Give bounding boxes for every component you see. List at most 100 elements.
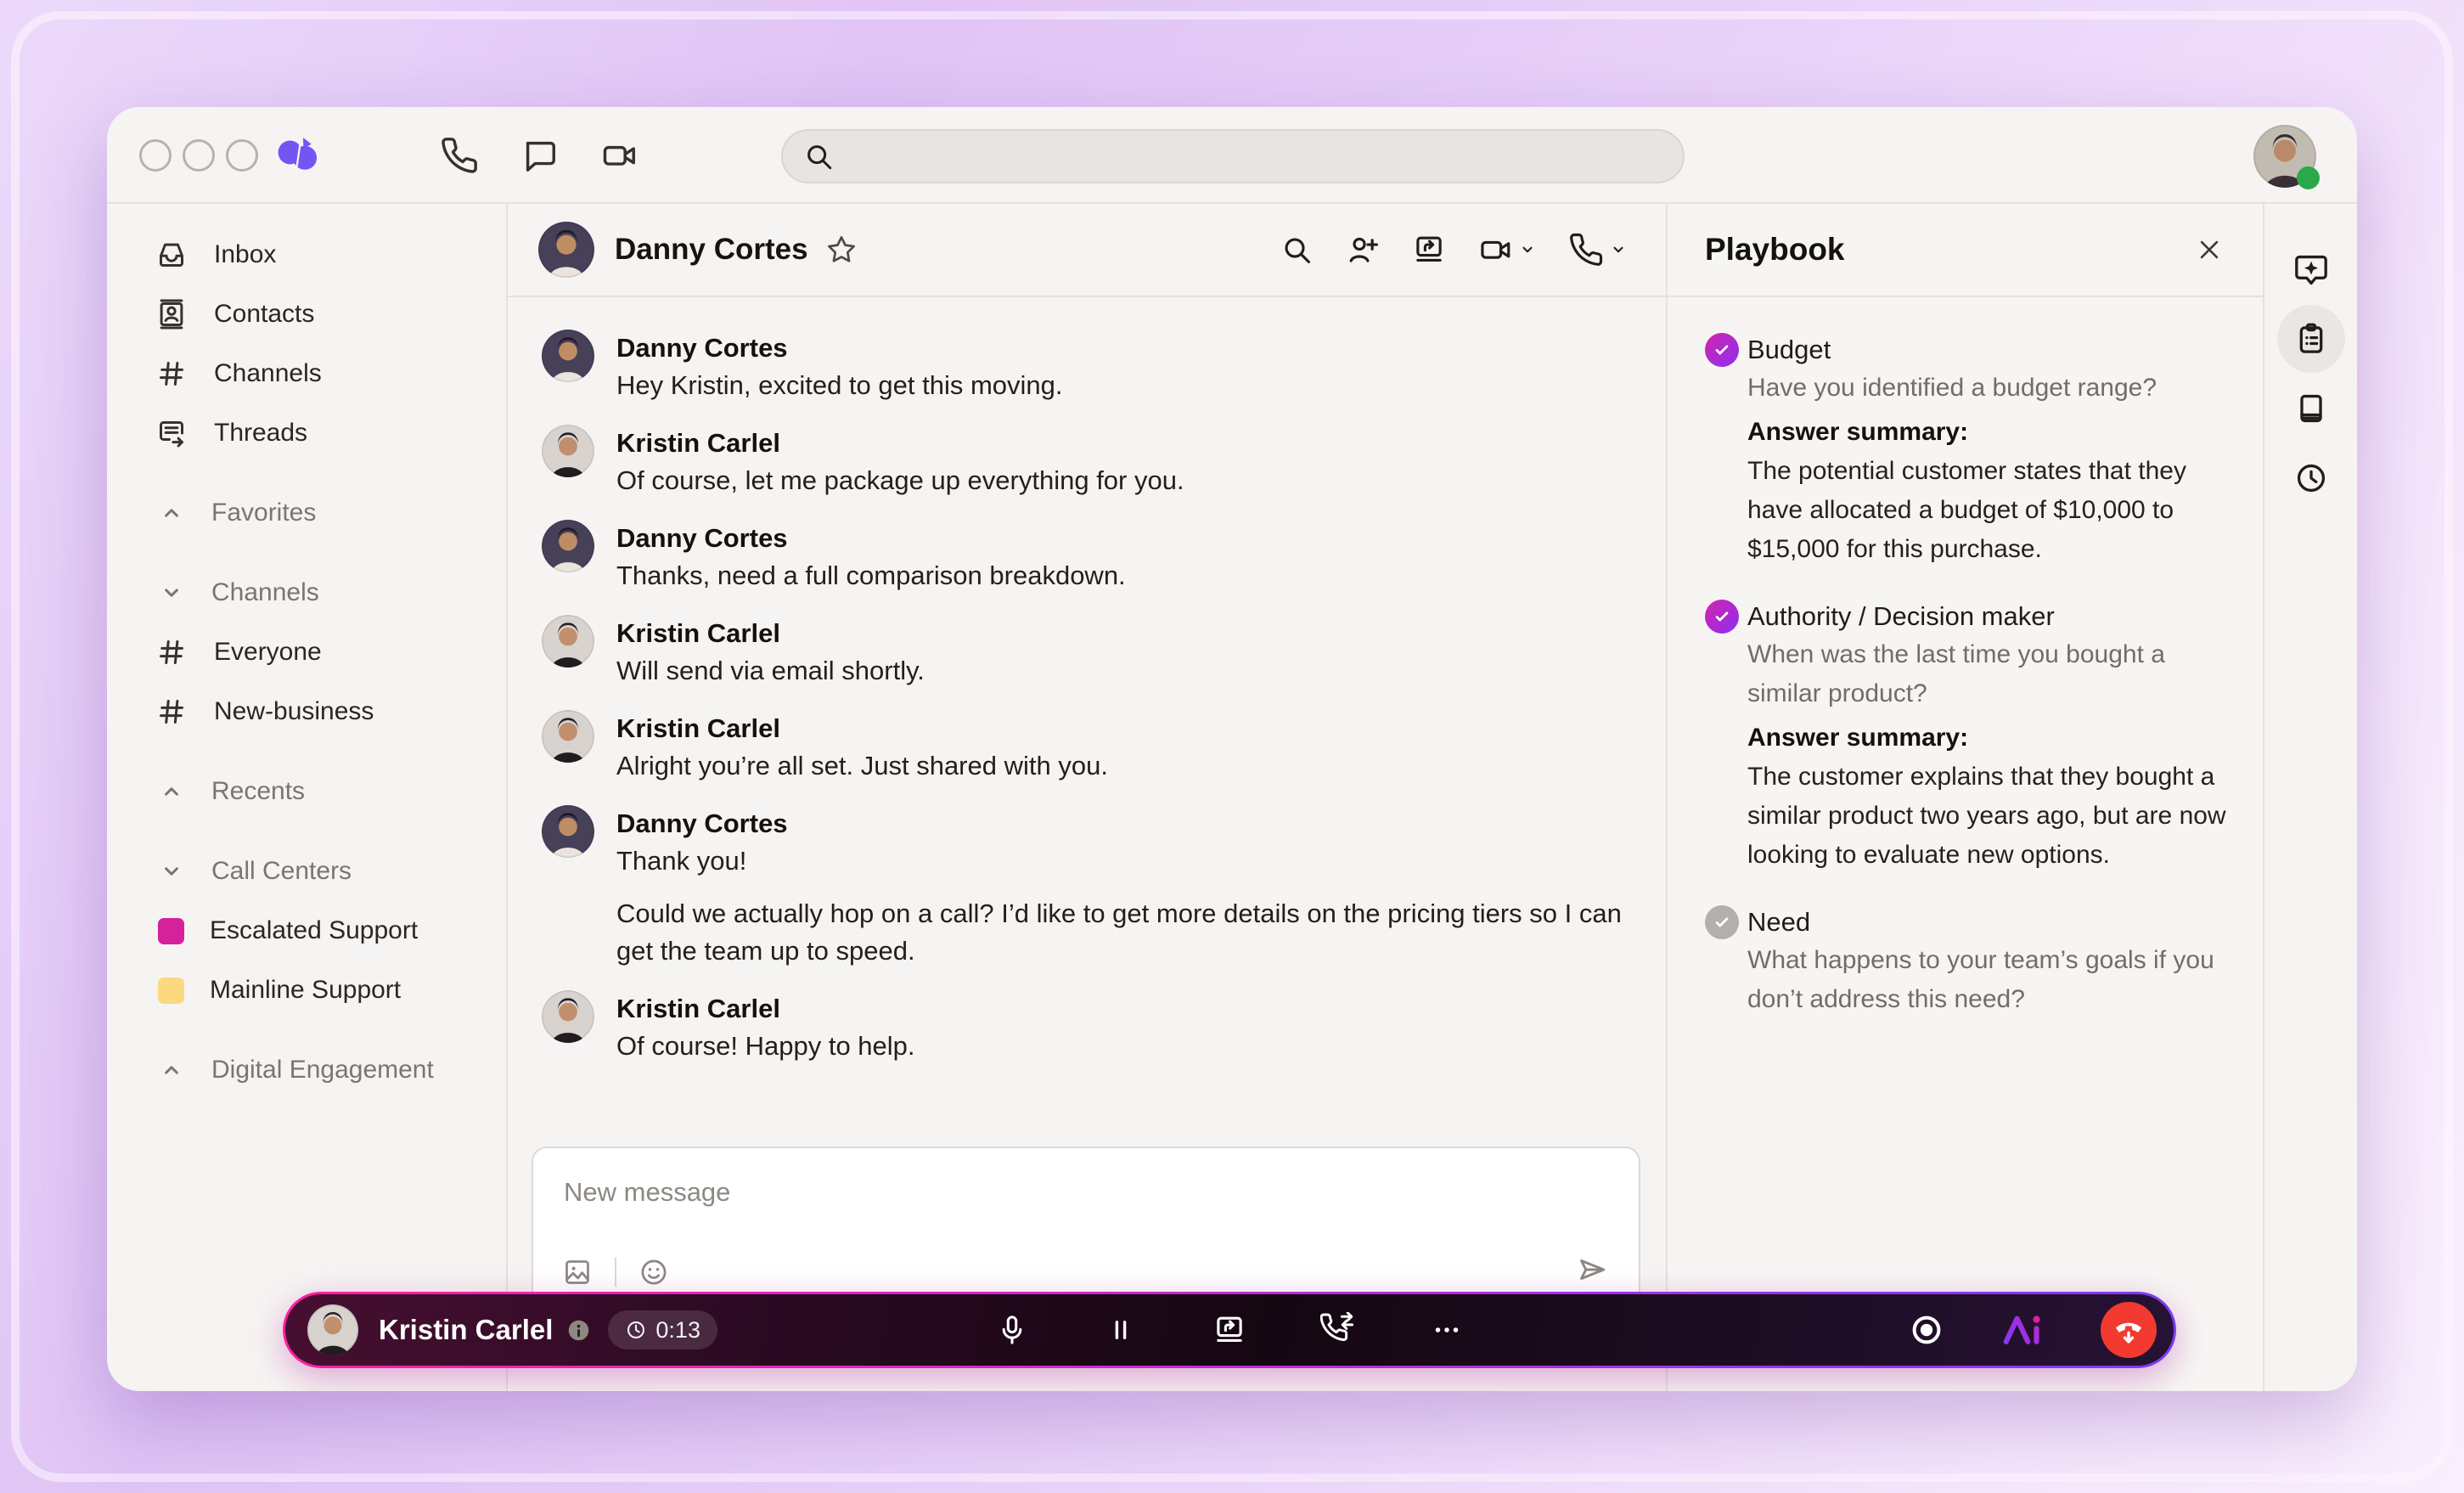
phone-menu[interactable]: [1568, 232, 1629, 268]
sidebar-item-inbox[interactable]: Inbox: [107, 225, 506, 285]
chevron-up-icon: [157, 499, 186, 527]
chevron-down-icon: [1517, 239, 1538, 260]
sidebar-label: Channels: [214, 359, 322, 387]
message: Kristin Carlel Alright you’re all set. Ju…: [542, 710, 1632, 785]
message-sender: Kristin Carlel: [616, 994, 780, 1023]
message-sender: Kristin Carlel: [616, 713, 780, 743]
message-text: Alright you’re all set. Just shared with…: [616, 751, 1108, 780]
video-icon[interactable]: [1477, 232, 1513, 268]
close-icon[interactable]: [2193, 234, 2225, 266]
message-sender: Danny Cortes: [616, 523, 788, 553]
window-controls: [139, 139, 258, 172]
call-info-icon[interactable]: [566, 1318, 591, 1343]
emoji-icon[interactable]: [637, 1255, 671, 1289]
phone-icon[interactable]: [1568, 232, 1604, 268]
message-sender: Kristin Carlel: [616, 428, 780, 458]
playbook-item-title: Budget: [1747, 335, 1831, 364]
message: Kristin Carlel Will send via email shortl…: [542, 615, 1632, 690]
chat-column: Danny Cortes Danny Cortes Hey Kristin, ex…: [506, 204, 1666, 1391]
screen-share-icon[interactable]: [1212, 1312, 1247, 1348]
sidebar-section-channels[interactable]: Channels: [107, 563, 506, 623]
sidebar-label: Escalated Support: [210, 916, 419, 944]
answer-summary-text: The potential customer states that they …: [1747, 457, 2186, 563]
top-bar: [107, 107, 2357, 204]
send-message-icon[interactable]: [1574, 1252, 1610, 1287]
message-list: Danny Cortes Hey Kristin, excited to get …: [508, 297, 1666, 1065]
hash-icon: [155, 357, 188, 391]
window-control-dot[interactable]: [226, 139, 258, 172]
more-options-icon[interactable]: [1429, 1312, 1465, 1348]
composer-divider: [615, 1258, 616, 1287]
hash-icon: [155, 635, 188, 669]
person-add-icon[interactable]: [1345, 232, 1381, 268]
playbook-item-title: Need: [1747, 907, 1811, 937]
window-control-dot[interactable]: [183, 139, 215, 172]
user-avatar[interactable]: [2253, 125, 2320, 189]
rail-notebook-icon[interactable]: [2277, 375, 2345, 442]
favorite-star-icon[interactable]: [825, 234, 858, 266]
video-icon[interactable]: [599, 136, 639, 175]
playbook-item-budget: Budget Have you identified a budget range…: [1705, 331, 2227, 569]
message-avatar: [542, 520, 594, 594]
sidebar-label: Digital Engagement: [211, 1056, 434, 1084]
phone-icon[interactable]: [440, 136, 479, 175]
chat-title: Danny Cortes: [615, 233, 808, 266]
message-avatar: [542, 330, 594, 404]
sidebar: Inbox Contacts Channels Threads Favorites Cha…: [107, 204, 506, 1391]
chevron-up-icon: [157, 1056, 186, 1085]
sidebar-item-escalated-support[interactable]: Escalated Support: [107, 901, 506, 961]
rail-ai-chat-icon[interactable]: [2277, 235, 2345, 303]
message-composer[interactable]: New message: [532, 1147, 1640, 1308]
chat-header: Danny Cortes: [508, 204, 1666, 297]
playbook-icon: [2292, 320, 2330, 358]
rail-history-icon[interactable]: [2277, 444, 2345, 512]
sidebar-section-recents[interactable]: Recents: [107, 762, 506, 821]
threads-icon: [155, 416, 188, 450]
sidebar-item-everyone[interactable]: Everyone: [107, 623, 506, 682]
sidebar-section-favorites[interactable]: Favorites: [107, 483, 506, 543]
sidebar-item-contacts[interactable]: Contacts: [107, 285, 506, 344]
dialpad-ai-icon[interactable]: [2000, 1310, 2046, 1350]
message-sender: Danny Cortes: [616, 333, 788, 363]
search-input[interactable]: [781, 129, 1685, 183]
record-call-icon[interactable]: [1907, 1310, 1946, 1349]
sidebar-label: Channels: [211, 578, 319, 606]
sidebar-item-mainline-support[interactable]: Mainline Support: [107, 961, 506, 1020]
playbook-question: When was the last time you bought a simi…: [1747, 640, 2165, 707]
attach-image-icon[interactable]: [560, 1255, 594, 1289]
sidebar-item-new-business[interactable]: New-business: [107, 682, 506, 741]
sidebar-section-digital-engagement[interactable]: Digital Engagement: [107, 1040, 506, 1100]
pause-icon[interactable]: [1103, 1312, 1139, 1348]
inbox-icon: [155, 238, 188, 272]
message-text: Will send via email shortly.: [616, 656, 925, 685]
chat-icon[interactable]: [520, 136, 559, 175]
sidebar-label: Favorites: [211, 499, 317, 527]
rail-playbook-icon[interactable]: [2276, 305, 2345, 373]
message: Danny Cortes Thank you! Could we actually …: [542, 805, 1632, 970]
message: Danny Cortes Thanks, need a full comparis…: [542, 520, 1632, 594]
sidebar-label: Threads: [214, 419, 308, 447]
call-timer: 0:13: [608, 1310, 717, 1349]
sidebar-label: Recents: [211, 777, 306, 805]
video-menu[interactable]: [1477, 232, 1538, 268]
message-text: Hey Kristin, excited to get this moving.: [616, 370, 1063, 400]
window-control-dot[interactable]: [139, 139, 172, 172]
hang-up-button[interactable]: [2101, 1302, 2157, 1358]
call-transfer-icon[interactable]: [1320, 1312, 1356, 1348]
chevron-down-icon: [157, 578, 186, 607]
contact-avatar: [538, 222, 594, 278]
mic-icon[interactable]: [994, 1312, 1030, 1348]
sidebar-section-call-centers[interactable]: Call Centers: [107, 842, 506, 901]
timer-clock-icon: [625, 1319, 647, 1341]
sidebar-item-threads[interactable]: Threads: [107, 403, 506, 463]
playbook-item-authority-decision-maker: Authority / Decision maker When was the l…: [1705, 598, 2227, 875]
sidebar-label: Contacts: [214, 300, 315, 328]
sidebar-item-channels[interactable]: Channels: [107, 344, 506, 403]
playbook-item-need: Need What happens to your team’s goals if…: [1705, 904, 2227, 1019]
ai-chat-icon: [2292, 251, 2330, 288]
search-icon[interactable]: [1279, 232, 1314, 268]
side-rail: [2263, 204, 2357, 1391]
screen-share-icon[interactable]: [1411, 232, 1447, 268]
chevron-down-icon: [157, 857, 186, 886]
message-avatar: [542, 710, 594, 785]
